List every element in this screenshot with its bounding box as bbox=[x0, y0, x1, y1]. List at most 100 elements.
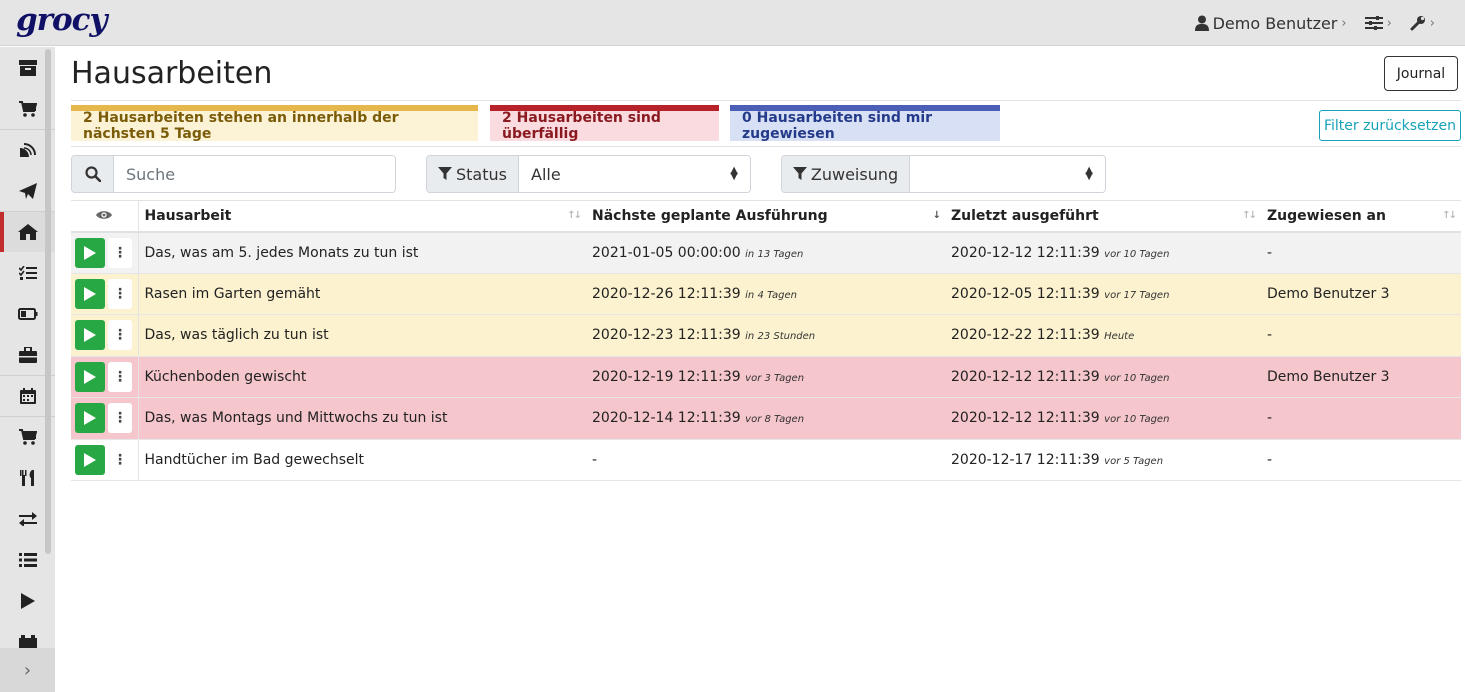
reset-filter-button[interactable]: Filter zurücksetzen bbox=[1319, 110, 1461, 141]
toolbox-icon bbox=[18, 346, 37, 363]
assigned-to: - bbox=[1261, 397, 1461, 440]
user-name: Demo Benutzer bbox=[1212, 13, 1338, 33]
play-icon bbox=[84, 452, 96, 467]
chevron-right-icon: › bbox=[1429, 15, 1435, 31]
search-addon bbox=[72, 156, 114, 192]
due-soon-badge[interactable]: 2 Hausarbeiten stehen an innerhalb der n… bbox=[71, 105, 478, 142]
journal-button[interactable]: Journal bbox=[1384, 56, 1458, 91]
sidebar-scrollbar[interactable] bbox=[45, 49, 51, 554]
chore-name[interactable]: Das, was Montags und Mittwochs zu tun is… bbox=[138, 397, 586, 440]
status-filter-group: Status Alle ▲ ▼ bbox=[426, 155, 751, 193]
tools-menu[interactable]: › bbox=[1410, 15, 1435, 31]
sort-icon: ↑↓ bbox=[1242, 210, 1257, 221]
column-header-chore[interactable]: Hausarbeit ↑↓ bbox=[138, 200, 586, 233]
assigned-badge[interactable]: 0 Hausarbeiten sind mir zugewiesen bbox=[730, 105, 1000, 142]
play-icon bbox=[84, 328, 96, 343]
last-execution: 2020-12-05 12:11:39 vor 17 Tagen bbox=[945, 273, 1261, 315]
sidebar-toggle-button[interactable]: › bbox=[0, 648, 55, 692]
column-visibility-toggle[interactable] bbox=[71, 200, 139, 233]
chore-name[interactable]: Das, was am 5. jedes Monats zu tun ist bbox=[138, 231, 586, 274]
assignment-filter-select[interactable]: ▲ ▼ bbox=[910, 156, 1105, 192]
table-header-row: Hausarbeit ↑↓ Nächste geplante Ausführung… bbox=[71, 200, 1461, 233]
table-row[interactable]: ⋮ Das, was täglich zu tun ist 2020-12-23… bbox=[71, 314, 1461, 357]
track-execution-button[interactable] bbox=[75, 278, 105, 309]
car-battery-icon bbox=[18, 634, 37, 649]
ellipsis-vertical-icon: ⋮ bbox=[113, 451, 127, 468]
track-execution-button[interactable] bbox=[75, 237, 105, 268]
sidebar: › bbox=[0, 47, 55, 692]
select-caret-icon: ▲ ▼ bbox=[730, 165, 738, 182]
chore-name[interactable]: Küchenboden gewischt bbox=[138, 356, 586, 398]
last-execution: 2020-12-12 12:11:39 vor 10 Tagen bbox=[945, 397, 1261, 440]
more-options-button[interactable]: ⋮ bbox=[108, 403, 132, 434]
list-icon bbox=[18, 552, 37, 567]
search-input[interactable]: Suche bbox=[114, 156, 395, 192]
top-nav-right: Demo Benutzer › › › bbox=[1194, 0, 1435, 46]
play-icon bbox=[84, 245, 96, 260]
more-options-button[interactable]: ⋮ bbox=[108, 361, 132, 392]
chores-table: Hausarbeit ↑↓ Nächste geplante Ausführung… bbox=[71, 200, 1461, 481]
track-execution-button[interactable] bbox=[75, 361, 105, 392]
ellipsis-vertical-icon: ⋮ bbox=[113, 244, 127, 261]
chevron-right-icon: › bbox=[23, 659, 32, 681]
tasks-icon bbox=[18, 265, 37, 280]
cart-icon bbox=[18, 100, 37, 117]
app-logo[interactable]: grocy bbox=[16, 2, 108, 38]
play-icon bbox=[20, 592, 35, 609]
chore-name[interactable]: Das, was täglich zu tun ist bbox=[138, 314, 586, 357]
more-options-button[interactable]: ⋮ bbox=[108, 278, 132, 309]
satellite-icon bbox=[19, 143, 36, 157]
chevron-right-icon: › bbox=[1341, 15, 1347, 31]
chore-name[interactable]: Rasen im Garten gemäht bbox=[138, 273, 586, 315]
status-filter-select[interactable]: Alle ▲ ▼ bbox=[519, 156, 750, 192]
next-execution: - bbox=[586, 439, 945, 481]
ellipsis-vertical-icon: ⋮ bbox=[113, 368, 127, 385]
track-execution-button[interactable] bbox=[75, 403, 105, 434]
sliders-icon bbox=[1364, 16, 1383, 30]
home-icon bbox=[17, 224, 38, 240]
divider bbox=[71, 146, 1461, 147]
chore-name[interactable]: Handtücher im Bad gewechselt bbox=[138, 439, 586, 481]
cart-plus-icon bbox=[18, 429, 37, 445]
play-icon bbox=[84, 286, 96, 301]
sort-icon: ↓ bbox=[932, 210, 942, 221]
status-addon: Status bbox=[427, 156, 519, 192]
ellipsis-vertical-icon: ⋮ bbox=[113, 327, 127, 344]
user-menu[interactable]: Demo Benutzer › bbox=[1194, 13, 1347, 33]
table-row[interactable]: ⋮ Küchenboden gewischt 2020-12-19 12:11:… bbox=[71, 356, 1461, 398]
user-icon bbox=[1194, 15, 1209, 31]
table-row[interactable]: ⋮ Das, was am 5. jedes Monats zu tun ist… bbox=[71, 231, 1461, 274]
sidebar-item-chore-tracking[interactable] bbox=[0, 580, 55, 621]
status-filter-value: Alle bbox=[531, 164, 561, 184]
table-row[interactable]: ⋮ Das, was Montags und Mittwochs zu tun … bbox=[71, 397, 1461, 440]
next-execution: 2020-12-23 12:11:39 in 23 Stunden bbox=[586, 314, 945, 357]
overdue-badge[interactable]: 2 Hausarbeiten sind überfällig bbox=[490, 105, 719, 142]
table-row[interactable]: ⋮ Handtücher im Bad gewechselt - 2020-12… bbox=[71, 439, 1461, 481]
table-row[interactable]: ⋮ Rasen im Garten gemäht 2020-12-26 12:1… bbox=[71, 273, 1461, 315]
last-execution: 2020-12-22 12:11:39 Heute bbox=[945, 314, 1261, 357]
eye-icon bbox=[96, 211, 113, 219]
utensils-icon bbox=[19, 469, 34, 486]
assigned-to: - bbox=[1261, 231, 1461, 274]
column-header-next[interactable]: Nächste geplante Ausführung ↓ bbox=[586, 200, 945, 233]
more-options-button[interactable]: ⋮ bbox=[108, 444, 132, 475]
more-options-button[interactable]: ⋮ bbox=[108, 237, 132, 268]
filter-icon bbox=[438, 167, 452, 180]
track-execution-button[interactable] bbox=[75, 320, 105, 351]
settings-menu[interactable]: › bbox=[1364, 15, 1392, 31]
sort-icon: ↑↓ bbox=[567, 210, 582, 221]
chevron-right-icon: › bbox=[1386, 15, 1392, 31]
more-options-button[interactable]: ⋮ bbox=[108, 320, 132, 351]
calendar-icon bbox=[19, 388, 36, 404]
column-header-last[interactable]: Zuletzt ausgeführt ↑↓ bbox=[945, 200, 1261, 233]
next-execution: 2020-12-26 12:11:39 in 4 Tagen bbox=[586, 273, 945, 315]
page-title: Hausarbeiten bbox=[71, 56, 273, 91]
next-execution: 2020-12-14 12:11:39 vor 8 Tagen bbox=[586, 397, 945, 440]
track-execution-button[interactable] bbox=[75, 444, 105, 475]
column-header-assigned[interactable]: Zugewiesen an ↑↓ bbox=[1261, 200, 1461, 233]
last-execution: 2020-12-12 12:11:39 vor 10 Tagen bbox=[945, 231, 1261, 274]
assigned-to: Demo Benutzer 3 bbox=[1261, 356, 1461, 398]
assigned-to: Demo Benutzer 3 bbox=[1261, 273, 1461, 315]
assignment-filter-label: Zuweisung bbox=[810, 164, 899, 184]
play-icon bbox=[84, 411, 96, 426]
